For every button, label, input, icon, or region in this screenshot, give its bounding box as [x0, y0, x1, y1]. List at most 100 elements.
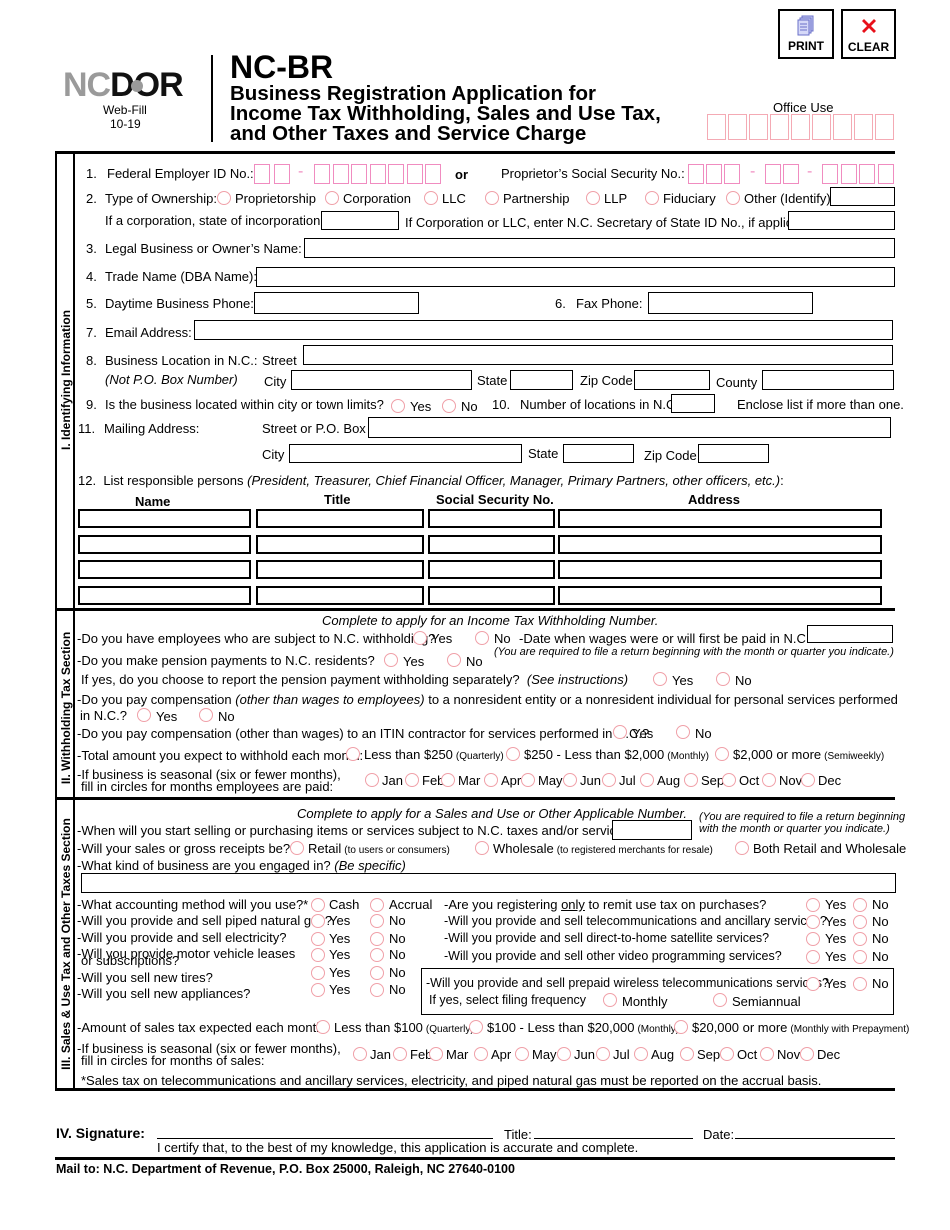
video-no-radio[interactable] — [853, 950, 867, 964]
use-only-yes-radio[interactable] — [806, 898, 820, 912]
person-name-input[interactable] — [78, 560, 251, 579]
wh-month-sep-radio[interactable] — [684, 773, 698, 787]
sales-month-nov-radio[interactable] — [760, 1047, 774, 1061]
business-kind-input[interactable] — [81, 873, 896, 893]
ssn-digit-box[interactable] — [822, 164, 838, 184]
start-date-input[interactable] — [612, 820, 692, 840]
trade-name-input[interactable] — [256, 267, 895, 287]
fein-digit-box[interactable] — [314, 164, 330, 184]
fein-digit-box[interactable] — [274, 164, 290, 184]
business-zip-input[interactable] — [634, 370, 710, 390]
pension-separate-no-radio[interactable] — [716, 672, 730, 686]
left-question-2-yes-radio[interactable] — [311, 932, 325, 946]
fax-phone-input[interactable] — [648, 292, 813, 314]
employees-no-radio[interactable] — [475, 631, 489, 645]
city-limits-no-radio[interactable] — [442, 399, 456, 413]
daytime-phone-input[interactable] — [254, 292, 419, 314]
sales-month-apr-radio[interactable] — [474, 1047, 488, 1061]
ownership-partnership-radio[interactable] — [485, 191, 499, 205]
person-name-input[interactable] — [78, 585, 251, 605]
ssn-digit-box[interactable] — [724, 164, 740, 184]
ssn-digit-box[interactable] — [706, 164, 722, 184]
sig-date-line[interactable] — [735, 1138, 895, 1139]
left-question-1-yes-radio[interactable] — [311, 914, 325, 928]
fein-digit-box[interactable] — [388, 164, 404, 184]
sales-month-jul-radio[interactable] — [596, 1047, 610, 1061]
nonresident-no-radio[interactable] — [199, 708, 213, 722]
ownership-llp-radio[interactable] — [586, 191, 600, 205]
left-question-4-no-radio[interactable] — [370, 966, 384, 980]
accounting-accrual-radio[interactable] — [370, 898, 384, 912]
ssn-digit-box[interactable] — [688, 164, 704, 184]
mailing-street-input[interactable] — [368, 417, 891, 438]
person-name-input[interactable] — [78, 534, 251, 554]
filing-semiannual-radio[interactable] — [713, 993, 727, 1007]
wh-month-dec-radio[interactable] — [801, 773, 815, 787]
person-title-input[interactable] — [256, 534, 424, 554]
locations-count-input[interactable] — [671, 394, 715, 413]
wh-month-oct-radio[interactable] — [722, 773, 736, 787]
receipt-type-radio[interactable] — [290, 841, 304, 855]
city-limits-yes-radio[interactable] — [391, 399, 405, 413]
sales-month-aug-radio[interactable] — [634, 1047, 648, 1061]
wh-month-mar-radio[interactable] — [441, 773, 455, 787]
mailing-city-input[interactable] — [289, 444, 522, 463]
filing-monthly-radio[interactable] — [603, 993, 617, 1007]
withhold-total-radio[interactable] — [715, 747, 729, 761]
pension-no-radio[interactable] — [447, 653, 461, 667]
person-address-input[interactable] — [558, 560, 882, 579]
other-identify-input[interactable] — [830, 187, 895, 206]
business-state-input[interactable] — [510, 370, 573, 390]
sales-month-feb-radio[interactable] — [393, 1047, 407, 1061]
ssn-digit-box[interactable] — [840, 164, 857, 184]
pension-yes-radio[interactable] — [384, 653, 398, 667]
mailing-state-input[interactable] — [563, 444, 634, 463]
employees-yes-radio[interactable] — [413, 631, 427, 645]
wh-month-apr-radio[interactable] — [484, 773, 498, 787]
person-ssn-input[interactable] — [428, 509, 555, 528]
wh-month-aug-radio[interactable] — [640, 773, 654, 787]
business-street-input[interactable] — [303, 345, 893, 365]
person-name-input[interactable] — [78, 509, 251, 528]
sales-month-mar-radio[interactable] — [429, 1047, 443, 1061]
business-city-input[interactable] — [291, 370, 472, 390]
ownership-fiduciary-radio[interactable] — [645, 191, 659, 205]
sig-title-line[interactable] — [534, 1138, 693, 1139]
left-question-1-no-radio[interactable] — [370, 914, 384, 928]
left-question-5-no-radio[interactable] — [370, 983, 384, 997]
prepaid-no-radio[interactable] — [853, 977, 867, 991]
itin-no-radio[interactable] — [676, 725, 690, 739]
sales-amount-radio[interactable] — [469, 1020, 483, 1034]
mailing-zip-input[interactable] — [698, 444, 769, 463]
ownership-llc-radio[interactable] — [424, 191, 438, 205]
wh-month-may-radio[interactable] — [521, 773, 535, 787]
wh-month-nov-radio[interactable] — [762, 773, 776, 787]
fein-digit-box[interactable] — [406, 164, 423, 184]
left-question-4-yes-radio[interactable] — [311, 966, 325, 980]
sales-month-may-radio[interactable] — [515, 1047, 529, 1061]
use-only-no-radio[interactable] — [853, 898, 867, 912]
person-ssn-input[interactable] — [428, 585, 555, 605]
fein-digit-box[interactable] — [332, 164, 349, 184]
ownership-proprietorship-radio[interactable] — [217, 191, 231, 205]
fein-digit-box[interactable] — [425, 164, 441, 184]
state-incorporation-input[interactable] — [321, 211, 399, 230]
sales-month-jun-radio[interactable] — [557, 1047, 571, 1061]
signature-line[interactable] — [157, 1138, 493, 1139]
satellite-no-radio[interactable] — [853, 932, 867, 946]
receipt-type-radio[interactable] — [475, 841, 489, 855]
video-yes-radio[interactable] — [806, 950, 820, 964]
ssn-digit-box[interactable] — [877, 164, 894, 184]
clear-button[interactable]: CLEAR — [841, 9, 896, 59]
left-question-3-yes-radio[interactable] — [311, 948, 325, 962]
wh-month-feb-radio[interactable] — [405, 773, 419, 787]
ownership-corporation-radio[interactable] — [325, 191, 339, 205]
sales-amount-radio[interactable] — [316, 1020, 330, 1034]
email-input[interactable] — [194, 320, 893, 340]
business-county-input[interactable] — [762, 370, 894, 390]
person-address-input[interactable] — [558, 509, 882, 528]
sales-month-sep-radio[interactable] — [680, 1047, 694, 1061]
ssn-digit-box[interactable] — [783, 164, 799, 184]
person-address-input[interactable] — [558, 585, 882, 605]
sales-month-oct-radio[interactable] — [720, 1047, 734, 1061]
